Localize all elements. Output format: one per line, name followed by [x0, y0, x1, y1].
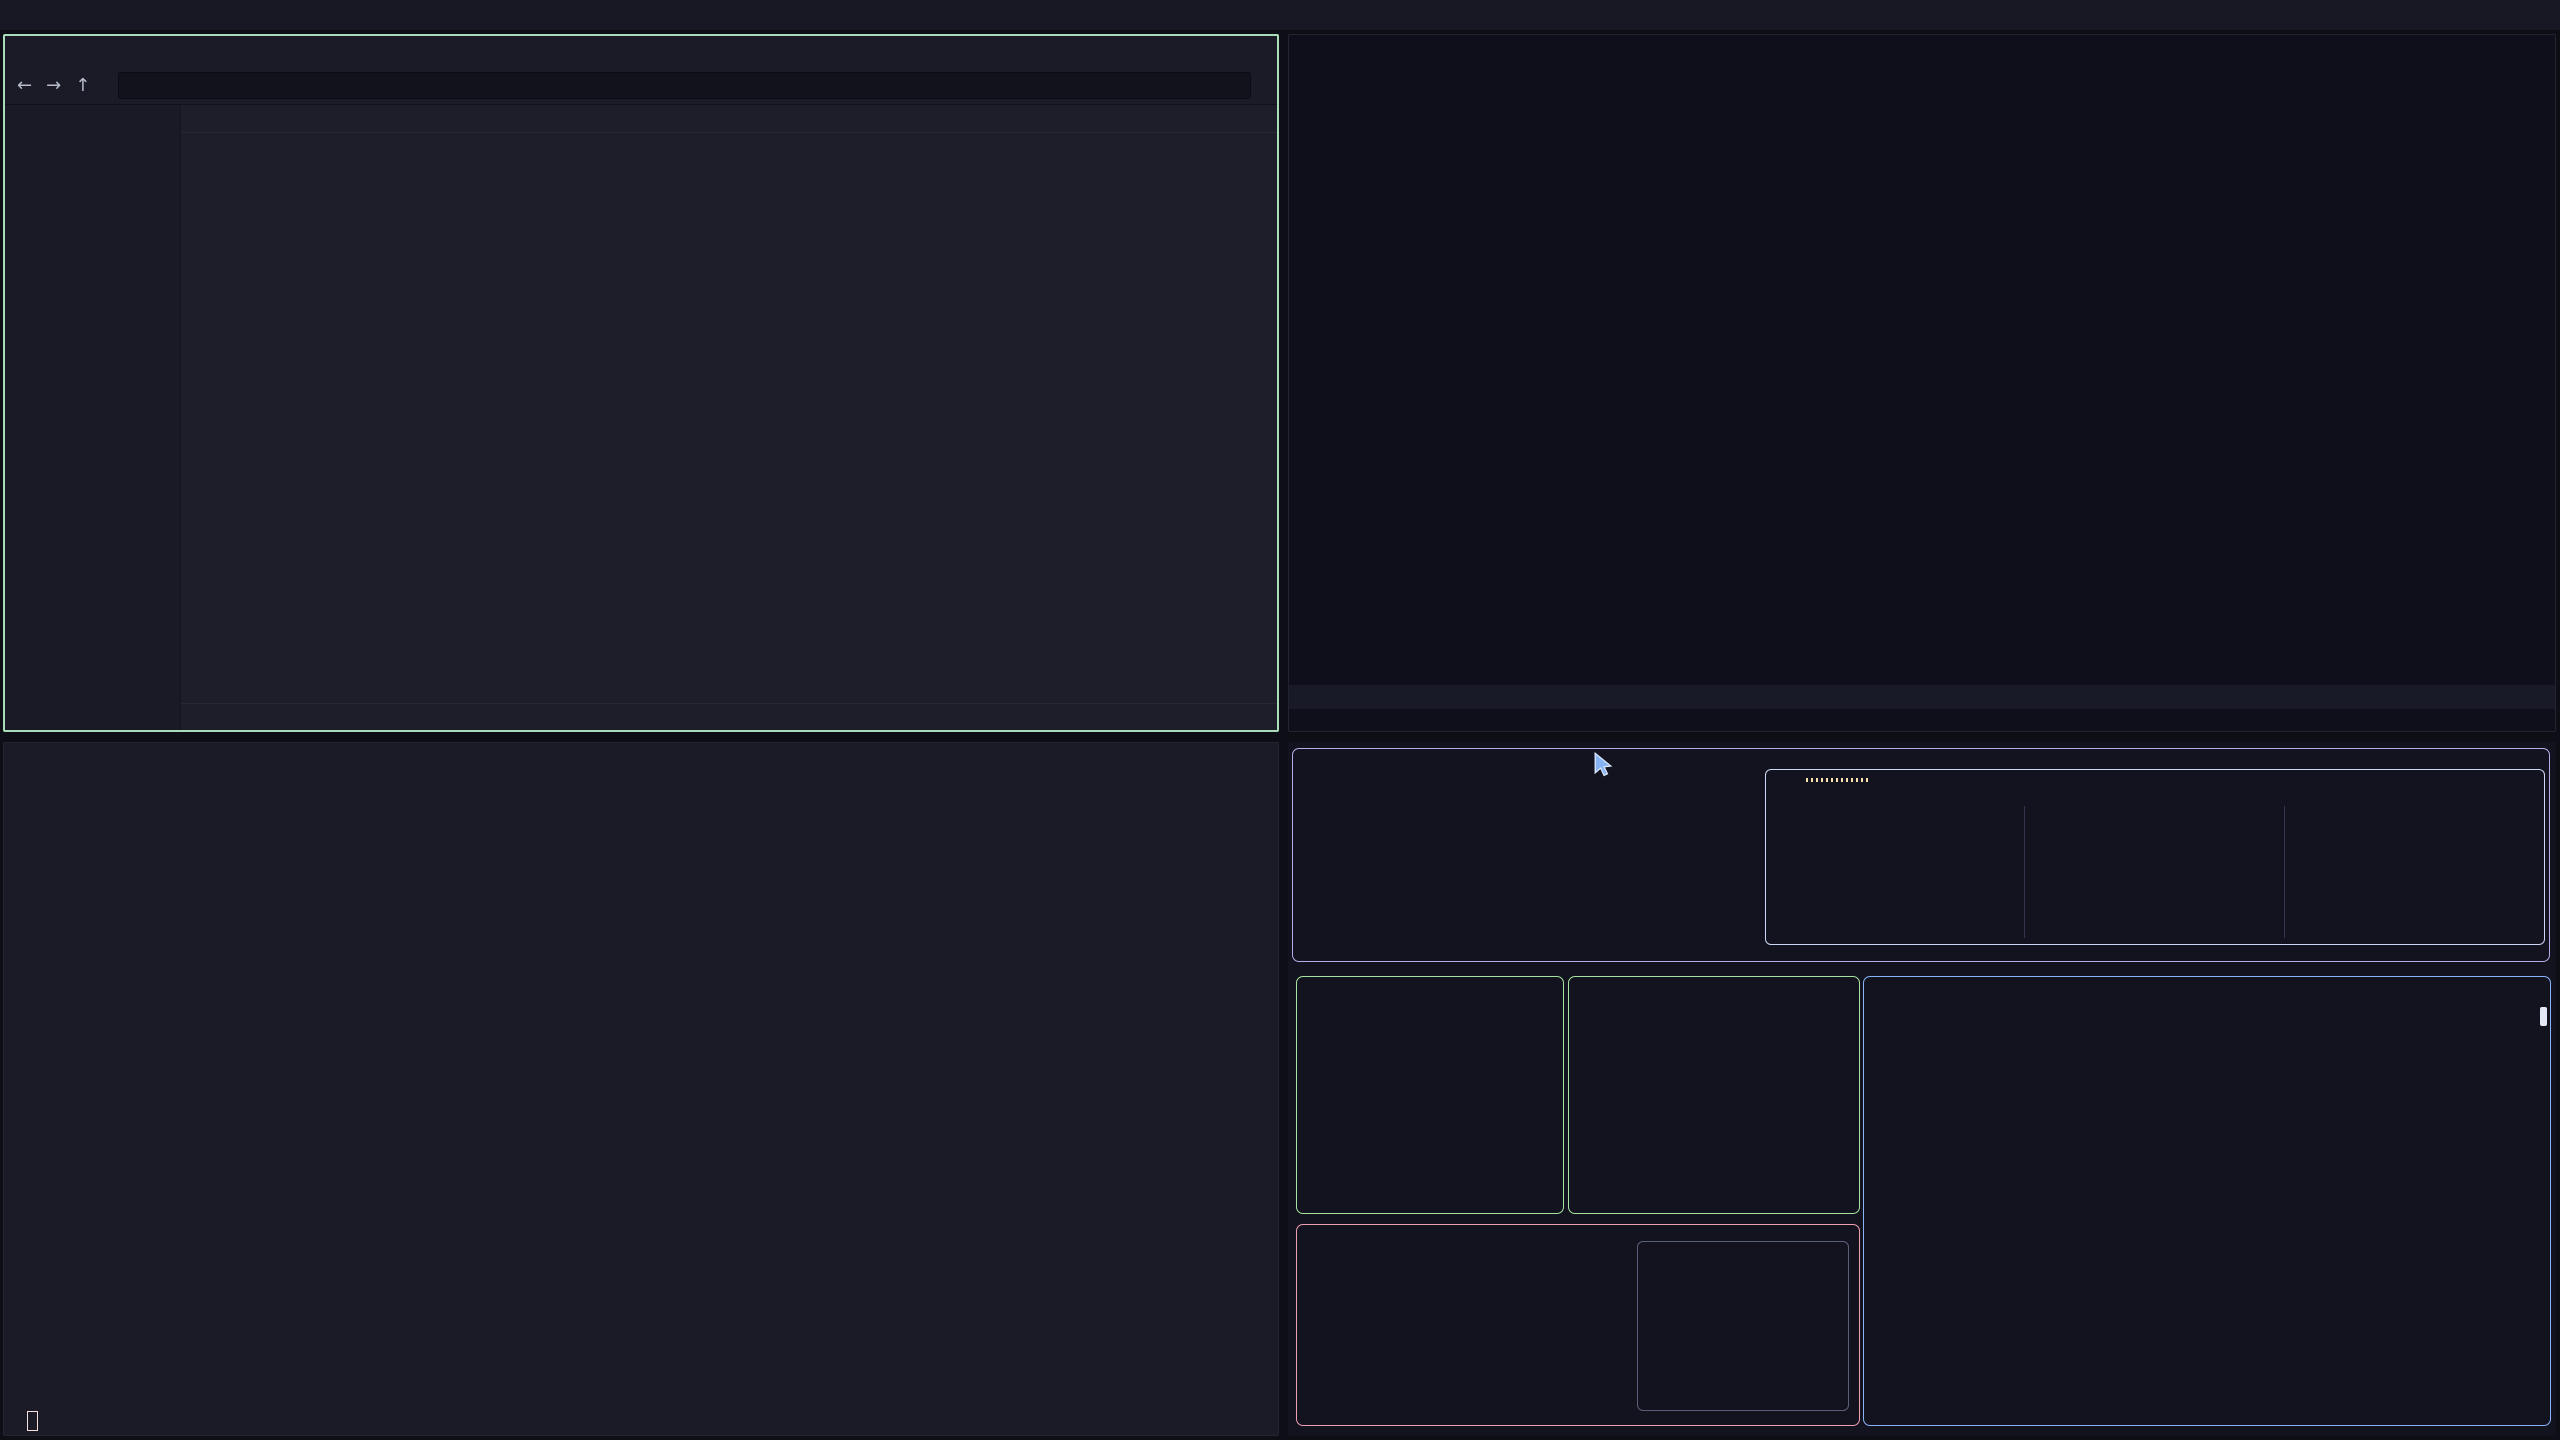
proc-panel	[1863, 976, 2551, 1426]
echo-area	[1289, 709, 2555, 731]
status-bar	[0, 0, 2560, 30]
sidebar	[5, 105, 181, 730]
text-cursor	[27, 1411, 38, 1431]
shell-prompt[interactable]	[18, 1411, 38, 1431]
terminal-window[interactable]	[3, 742, 1279, 1436]
freq-dots	[1806, 778, 1868, 782]
btop-window	[1288, 742, 2556, 1436]
back-button[interactable]: ←	[17, 77, 32, 95]
mouse-cursor	[1592, 752, 1614, 778]
org-buffer	[1289, 35, 2555, 685]
cpu-panel	[1292, 748, 2550, 962]
forward-button[interactable]: →	[46, 77, 61, 95]
toolbar: ← → ↑	[5, 67, 1277, 105]
mem-panel	[1296, 976, 1564, 1214]
cpu-core-box	[1765, 769, 2545, 945]
net-panel	[1296, 1224, 1860, 1426]
desktop: ← → ↑	[0, 0, 2560, 1440]
command-line	[18, 751, 27, 769]
statusbar	[181, 703, 1277, 730]
proc-header	[1864, 985, 2550, 1005]
path-bar[interactable]	[118, 72, 1251, 99]
net-stats-box	[1637, 1241, 1849, 1411]
file-list	[181, 105, 1277, 730]
column-headers	[181, 105, 1277, 133]
up-button[interactable]: ↑	[75, 77, 90, 95]
disks-panel	[1568, 976, 1860, 1214]
thunar-window: ← → ↑	[3, 34, 1279, 732]
proc-scrollbar[interactable]	[2540, 1007, 2547, 1026]
emacs-window[interactable]	[1288, 34, 2556, 732]
menubar	[5, 36, 1277, 67]
modeline	[1289, 685, 2555, 709]
